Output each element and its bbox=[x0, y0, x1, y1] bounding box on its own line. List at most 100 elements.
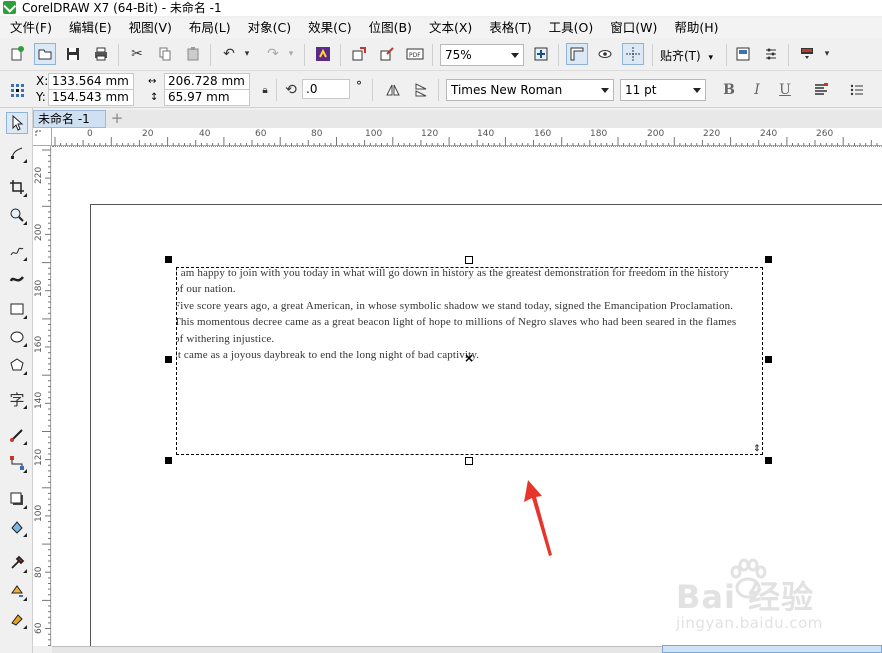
menu-help[interactable]: 帮助(H) bbox=[674, 18, 718, 38]
smart-fill-icon[interactable] bbox=[6, 608, 28, 630]
publish-pdf-icon[interactable]: PDF bbox=[404, 43, 426, 65]
zoom-level-select[interactable]: 75% bbox=[440, 44, 524, 66]
pick-tool-icon[interactable] bbox=[6, 112, 28, 134]
window-title: CorelDRAW X7 (64-Bit) - 未命名 -1 bbox=[22, 1, 222, 15]
undo-dropdown-icon[interactable]: ▾ bbox=[236, 43, 258, 65]
ruler-h-label: 20 bbox=[142, 129, 154, 139]
object-width-field[interactable]: 206.728 mm bbox=[164, 73, 250, 90]
horizontal-ruler[interactable]: 0 20 40 60 80 100 120 140 160 180 200 22… bbox=[52, 128, 882, 146]
lock-ratio-icon[interactable]: 🔒︎ bbox=[254, 79, 276, 101]
connector-tool-icon[interactable] bbox=[6, 452, 28, 474]
ruler-v-label: 180 bbox=[34, 279, 44, 297]
transparency-tool-icon[interactable] bbox=[6, 516, 28, 538]
menu-object[interactable]: 对象(C) bbox=[248, 18, 291, 38]
menu-window[interactable]: 窗口(W) bbox=[610, 18, 657, 38]
y-position-field[interactable]: 154.543 mm bbox=[48, 89, 134, 106]
guidelines-icon[interactable] bbox=[622, 43, 644, 65]
rulers-icon[interactable] bbox=[566, 43, 588, 65]
menu-layout[interactable]: 布局(L) bbox=[189, 18, 231, 38]
artistic-media-icon[interactable] bbox=[6, 268, 28, 290]
menu-bitmaps[interactable]: 位图(B) bbox=[369, 18, 412, 38]
ellipse-tool-icon[interactable] bbox=[6, 326, 28, 348]
x-position-field[interactable]: 133.564 mm bbox=[48, 73, 134, 90]
resize-handle-bottom-center[interactable] bbox=[465, 457, 473, 465]
object-origin-icon[interactable] bbox=[6, 79, 28, 101]
ruler-h-label: 0 bbox=[87, 129, 93, 139]
ruler-origin-corner[interactable] bbox=[33, 128, 52, 146]
rotation-angle-field[interactable]: .0 bbox=[302, 79, 350, 99]
baidu-paw-icon bbox=[730, 558, 767, 599]
application-launcher-icon[interactable] bbox=[796, 43, 818, 65]
center-marker-icon[interactable]: × bbox=[464, 352, 474, 364]
view-mode-icon[interactable] bbox=[594, 43, 616, 65]
mirror-horizontal-icon[interactable] bbox=[382, 79, 404, 101]
ruler-v-label: 220 bbox=[34, 166, 44, 184]
launcher-dropdown-icon[interactable]: ▾ bbox=[816, 43, 838, 65]
new-document-icon[interactable] bbox=[6, 43, 28, 65]
resize-handle-top-right[interactable] bbox=[765, 256, 772, 263]
resize-handle-bottom-left[interactable] bbox=[165, 457, 172, 464]
paste-icon[interactable] bbox=[182, 43, 204, 65]
search-content-icon[interactable] bbox=[312, 43, 334, 65]
ruler-v-label: 160 bbox=[34, 335, 44, 353]
export-icon[interactable] bbox=[376, 43, 398, 65]
bold-icon[interactable]: B bbox=[718, 79, 740, 101]
add-document-icon[interactable]: + bbox=[109, 111, 125, 127]
ruler-h-label: 260 bbox=[816, 129, 834, 139]
text-tool-icon[interactable]: 字 bbox=[6, 388, 28, 410]
rectangle-tool-icon[interactable] bbox=[6, 298, 28, 320]
object-height-field[interactable]: 65.97 mm bbox=[164, 89, 250, 106]
vertical-ruler[interactable]: 220 200 180 160 140 120 100 80 60 bbox=[33, 146, 51, 646]
save-icon[interactable] bbox=[62, 43, 84, 65]
resize-handle-top-center[interactable] bbox=[465, 256, 473, 264]
ruler-h-label: 180 bbox=[590, 129, 608, 139]
text-align-icon[interactable] bbox=[810, 79, 832, 101]
resize-handle-middle-right[interactable] bbox=[765, 356, 772, 363]
menu-view[interactable]: 视图(V) bbox=[129, 18, 172, 38]
welcome-screen-icon[interactable] bbox=[732, 43, 754, 65]
resize-handle-top-left[interactable] bbox=[165, 256, 172, 263]
freehand-tool-icon[interactable] bbox=[6, 240, 28, 262]
interactive-fill-icon[interactable] bbox=[6, 580, 28, 602]
import-icon[interactable] bbox=[348, 43, 370, 65]
parallel-dimension-icon[interactable] bbox=[6, 424, 28, 446]
polygon-tool-icon[interactable] bbox=[6, 354, 28, 376]
menu-table[interactable]: 表格(T) bbox=[489, 18, 531, 38]
options-icon[interactable] bbox=[760, 43, 782, 65]
coreldraw-logo-icon bbox=[3, 1, 16, 14]
resize-handle-bottom-right[interactable] bbox=[765, 457, 772, 464]
text-overflow-handle-icon[interactable]: ⇕ bbox=[753, 445, 761, 454]
zoom-tool-icon[interactable] bbox=[6, 204, 28, 226]
print-icon[interactable] bbox=[90, 43, 112, 65]
mirror-vertical-icon[interactable] bbox=[410, 79, 432, 101]
cut-icon[interactable]: ✂ bbox=[126, 43, 148, 65]
document-tab[interactable]: 未命名 -1 bbox=[33, 110, 106, 128]
menu-file[interactable]: 文件(F) bbox=[10, 18, 52, 38]
menu-edit[interactable]: 编辑(E) bbox=[69, 18, 112, 38]
menu-text[interactable]: 文本(X) bbox=[429, 18, 472, 38]
underline-icon[interactable]: U bbox=[774, 79, 796, 101]
drop-shadow-icon[interactable] bbox=[6, 488, 28, 510]
snap-to-dropdown[interactable]: 贴齐(T) ▾ bbox=[660, 47, 713, 64]
ruler-h-label: 120 bbox=[421, 129, 439, 139]
font-family-value: Times New Roman bbox=[451, 83, 563, 97]
bullet-list-icon[interactable] bbox=[846, 79, 868, 101]
copy-icon[interactable] bbox=[154, 43, 176, 65]
font-size-value: 11 pt bbox=[625, 83, 657, 97]
font-family-select[interactable]: Times New Roman bbox=[446, 79, 614, 101]
shape-tool-icon[interactable] bbox=[6, 142, 28, 164]
zoom-fit-icon[interactable] bbox=[530, 43, 552, 65]
ruler-h-label: 100 bbox=[365, 129, 383, 139]
crop-tool-icon[interactable] bbox=[6, 176, 28, 198]
italic-icon[interactable]: I bbox=[746, 79, 768, 101]
eyedropper-tool-icon[interactable] bbox=[6, 552, 28, 574]
resize-handle-middle-left[interactable] bbox=[165, 356, 172, 363]
font-size-select[interactable]: 11 pt bbox=[620, 79, 706, 101]
redo-dropdown-icon[interactable]: ▾ bbox=[280, 43, 302, 65]
open-folder-icon[interactable] bbox=[34, 43, 56, 65]
ruler-h-label: 60 bbox=[255, 129, 267, 139]
menu-effects[interactable]: 效果(C) bbox=[308, 18, 351, 38]
svg-text:PDF: PDF bbox=[409, 52, 421, 59]
rotation-icon: ⟲ bbox=[285, 82, 297, 98]
menu-tools[interactable]: 工具(O) bbox=[549, 18, 594, 38]
